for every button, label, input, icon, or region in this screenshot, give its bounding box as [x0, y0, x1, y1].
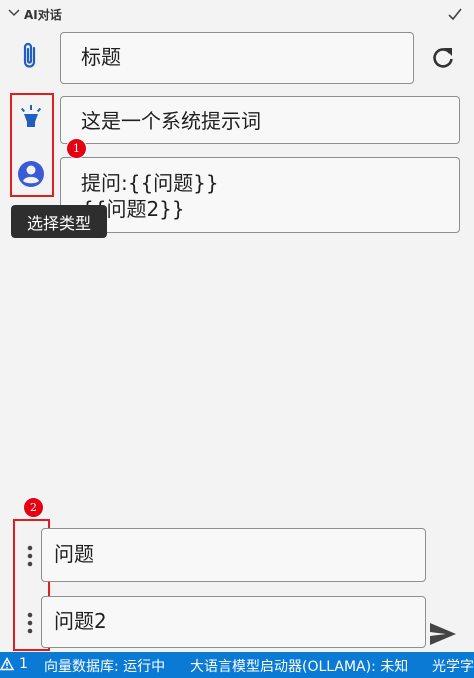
- status-llm-launcher[interactable]: 大语言模型启动器(OLLAMA): 未知: [190, 656, 408, 676]
- refresh-icon[interactable]: [430, 45, 456, 71]
- check-icon[interactable]: [447, 6, 463, 22]
- variable-input[interactable]: 问题: [41, 528, 426, 582]
- panel-header: AI对话: [0, 0, 474, 30]
- status-warnings[interactable]: 1: [0, 656, 28, 672]
- chevron-down-icon[interactable]: [7, 6, 21, 20]
- warning-count: 1: [19, 656, 28, 672]
- more-vertical-icon[interactable]: [22, 543, 38, 569]
- annotation-marker-1: 1: [66, 138, 87, 159]
- highlight-box-type-icons: [10, 93, 54, 197]
- status-optical[interactable]: 光学字: [432, 656, 474, 676]
- more-vertical-icon[interactable]: [22, 610, 38, 636]
- warning-icon: [0, 657, 14, 671]
- user-prompt-input[interactable]: 提问:{{问题}} {{问题2}}: [60, 157, 460, 233]
- title-input[interactable]: 标题: [60, 32, 414, 84]
- status-vector-db[interactable]: 向量数据库: 运行中: [44, 656, 165, 676]
- system-prompt-input[interactable]: 这是一个系统提示词: [60, 96, 460, 144]
- send-icon[interactable]: [428, 621, 458, 647]
- select-type-tooltip: 选择类型: [11, 205, 107, 238]
- paperclip-icon[interactable]: [19, 41, 43, 71]
- panel-title: AI对话: [24, 8, 62, 22]
- status-bar: 1 向量数据库: 运行中 大语言模型启动器(OLLAMA): 未知 光学字: [0, 652, 474, 678]
- annotation-marker-2: 2: [23, 497, 44, 518]
- variable-input[interactable]: 问题2: [41, 596, 426, 648]
